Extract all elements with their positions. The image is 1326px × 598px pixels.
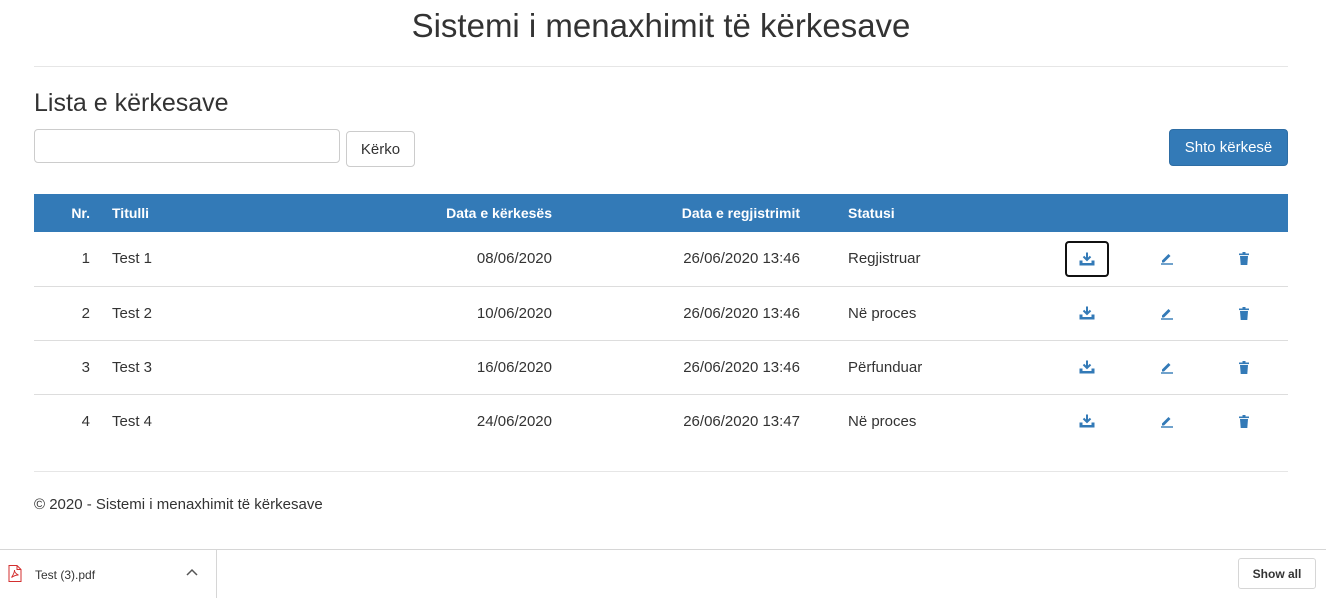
row-status: Në proces — [848, 412, 917, 430]
edit-button[interactable] — [1145, 349, 1189, 385]
download-icon — [1079, 360, 1095, 374]
row-request-date: 16/06/2020 — [476, 358, 552, 376]
download-icon — [1079, 306, 1095, 320]
row-title: Test 4 — [112, 412, 153, 430]
trash-icon — [1239, 306, 1249, 320]
delete-button[interactable] — [1222, 241, 1266, 277]
column-header-status[interactable]: Statusi — [800, 194, 1040, 232]
edit-button-cell — [1134, 394, 1200, 448]
column-header-registration-date[interactable]: Data e regjistrimit — [552, 194, 800, 232]
row-nr: 4 — [81, 412, 90, 430]
edit-button-cell — [1134, 232, 1200, 286]
section-title: Lista e kërkesave — [34, 89, 229, 117]
delete-button[interactable] — [1222, 349, 1266, 385]
column-header-download — [1040, 194, 1134, 232]
chevron-up-icon[interactable] — [184, 566, 200, 583]
add-request-button[interactable]: Shto kërkesë — [1169, 129, 1288, 166]
row-registration-date: 26/06/2020 13:46 — [683, 358, 800, 376]
page-container: Sistemi i menaxhimit të kërkesave Lista … — [34, 0, 1288, 513]
row-request-date: 24/06/2020 — [476, 412, 552, 430]
row-status: Në proces — [848, 304, 917, 322]
delete-button-cell — [1200, 232, 1288, 286]
download-button[interactable] — [1065, 403, 1109, 439]
pencil-icon — [1160, 252, 1174, 265]
delete-button-cell — [1200, 286, 1288, 340]
download-file-name: Test (3).pdf — [35, 568, 96, 582]
delete-button[interactable] — [1222, 403, 1266, 439]
table-row: 1 Test 1 08/06/2020 26/06/2020 13:46 Regjist… — [34, 232, 1288, 286]
trash-icon — [1239, 252, 1249, 266]
delete-button[interactable] — [1222, 295, 1266, 331]
row-nr: 3 — [81, 358, 90, 376]
table-header-row: Nr. Titulli Data e kërkesës Data e regji… — [34, 194, 1288, 232]
search-input[interactable] — [34, 129, 340, 163]
row-title: Test 2 — [112, 304, 153, 322]
column-header-delete — [1200, 194, 1288, 232]
edit-button[interactable] — [1145, 403, 1189, 439]
row-title: Test 1 — [112, 250, 153, 268]
download-button-cell — [1040, 232, 1134, 286]
row-status: Përfunduar — [848, 358, 923, 376]
edit-button[interactable] — [1145, 241, 1189, 277]
row-request-date: 08/06/2020 — [476, 250, 552, 268]
footer-copyright: © 2020 - Sistemi i menaxhimit të kërkesa… — [34, 496, 323, 513]
trash-icon — [1239, 360, 1249, 374]
pencil-icon — [1160, 307, 1174, 320]
row-nr: 2 — [81, 304, 90, 322]
table-row: 3 Test 3 16/06/2020 26/06/2020 13:46 Përfund… — [34, 340, 1288, 394]
table-body: 1 Test 1 08/06/2020 26/06/2020 13:46 Regjist… — [34, 232, 1288, 448]
delete-button-cell — [1200, 394, 1288, 448]
row-registration-date: 26/06/2020 13:46 — [683, 250, 800, 268]
download-item[interactable]: Test (3).pdf — [0, 550, 217, 598]
download-button[interactable] — [1065, 295, 1109, 331]
header-divider — [34, 66, 1288, 67]
show-all-downloads-button[interactable]: Show all — [1238, 558, 1316, 589]
row-request-date: 10/06/2020 — [476, 304, 552, 322]
delete-button-cell — [1200, 340, 1288, 394]
row-title: Test 3 — [112, 358, 153, 376]
edit-button[interactable] — [1145, 295, 1189, 331]
app-title: Sistemi i menaxhimit të kërkesave — [411, 7, 911, 44]
column-header-title[interactable]: Titulli — [108, 194, 292, 232]
row-status: Regjistruar — [848, 250, 921, 268]
footer-divider — [34, 471, 1288, 472]
download-shelf: Test (3).pdf Show all — [0, 549, 1326, 598]
row-nr: 1 — [81, 250, 90, 268]
download-button-cell — [1040, 340, 1134, 394]
requests-table: Nr. Titulli Data e kërkesës Data e regji… — [34, 194, 1288, 448]
pencil-icon — [1160, 361, 1174, 374]
trash-icon — [1239, 414, 1249, 428]
pdf-file-icon — [8, 565, 22, 585]
download-button-cell — [1040, 286, 1134, 340]
row-registration-date: 26/06/2020 13:46 — [683, 304, 800, 322]
download-button[interactable] — [1065, 240, 1109, 277]
download-icon — [1079, 414, 1095, 428]
download-button[interactable] — [1065, 349, 1109, 385]
search-button[interactable]: Kërko — [346, 131, 415, 167]
table-row: 2 Test 2 10/06/2020 26/06/2020 13:46 Në proc… — [34, 286, 1288, 340]
edit-button-cell — [1134, 340, 1200, 394]
download-icon — [1079, 252, 1095, 266]
download-button-cell — [1040, 394, 1134, 448]
column-header-request-date[interactable]: Data e kërkesës — [292, 194, 552, 232]
edit-button-cell — [1134, 286, 1200, 340]
column-header-nr[interactable]: Nr. — [34, 194, 108, 232]
pencil-icon — [1160, 415, 1174, 428]
row-registration-date: 26/06/2020 13:47 — [683, 412, 800, 430]
table-row: 4 Test 4 24/06/2020 26/06/2020 13:47 Në proc… — [34, 394, 1288, 448]
column-header-edit — [1134, 194, 1200, 232]
